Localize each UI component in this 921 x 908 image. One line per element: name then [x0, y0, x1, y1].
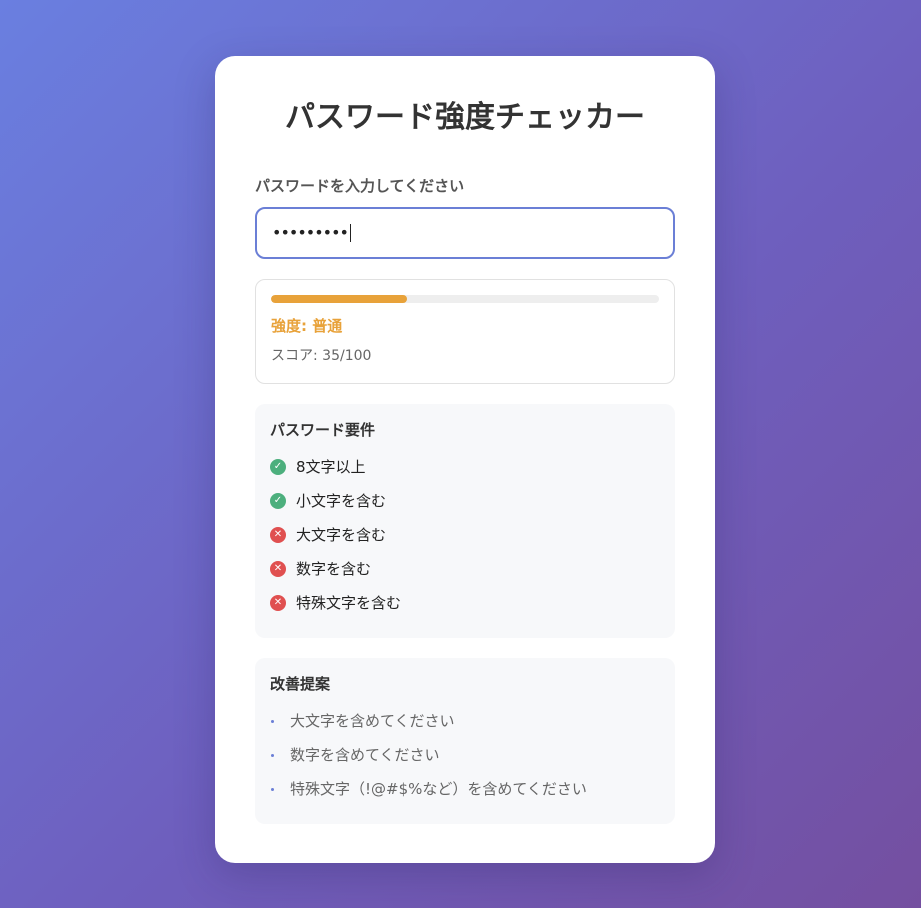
suggestion-text: 大文字を含めてください	[290, 712, 455, 730]
suggestions-list: 大文字を含めてください 数字を含めてください 特殊文字（!@#$%など）を含めて…	[270, 704, 660, 806]
password-input-value[interactable]: •••••••••	[272, 223, 349, 243]
requirement-text: 大文字を含む	[296, 526, 387, 544]
strength-score: スコア: 35/100	[271, 348, 372, 364]
x-circle-icon: ✕	[270, 561, 286, 577]
requirement-text: 8文字以上	[296, 458, 366, 476]
check-circle-icon: ✓	[270, 459, 286, 475]
suggestions-title: 改善提案	[270, 675, 331, 693]
strength-meter: 強度: 普通 スコア: 35/100	[255, 279, 675, 384]
requirement-item: ✓ 小文字を含む	[270, 484, 660, 518]
suggestion-item: 特殊文字（!@#$%など）を含めてください	[270, 772, 660, 806]
x-circle-icon: ✕	[270, 527, 286, 543]
password-checker-card: パスワード強度チェッカー パスワードを入力してください ••••••••• 強度…	[215, 56, 715, 863]
suggestion-text: 特殊文字（!@#$%など）を含めてください	[290, 780, 587, 798]
bullet-icon	[271, 719, 274, 723]
requirements-panel: パスワード要件 ✓ 8文字以上 ✓ 小文字を含む ✕ 大文字を含む ✕ 数字を含…	[255, 404, 675, 638]
suggestion-item: 大文字を含めてください	[270, 704, 660, 738]
strength-label: 強度: 普通	[271, 317, 343, 335]
requirement-text: 小文字を含む	[296, 492, 387, 510]
password-input[interactable]: •••••••••	[255, 207, 675, 259]
bullet-icon	[271, 753, 274, 757]
strength-bar-track	[271, 295, 659, 303]
check-circle-icon: ✓	[270, 493, 286, 509]
x-circle-icon: ✕	[270, 595, 286, 611]
suggestion-text: 数字を含めてください	[290, 746, 440, 764]
requirements-title: パスワード要件	[270, 421, 376, 439]
requirement-item: ✕ 特殊文字を含む	[270, 586, 660, 620]
requirements-list: ✓ 8文字以上 ✓ 小文字を含む ✕ 大文字を含む ✕ 数字を含む ✕ 特殊文字…	[270, 450, 660, 620]
text-caret	[349, 224, 351, 242]
requirement-text: 数字を含む	[296, 560, 372, 578]
suggestions-panel: 改善提案 大文字を含めてください 数字を含めてください 特殊文字（!@#$%など…	[255, 658, 675, 824]
requirement-item: ✓ 8文字以上	[270, 450, 660, 484]
bullet-icon	[271, 787, 274, 791]
page-title: パスワード強度チェッカー	[285, 100, 645, 135]
requirement-item: ✕ 数字を含む	[270, 552, 660, 586]
password-input-label: パスワードを入力してください	[255, 177, 465, 195]
requirement-text: 特殊文字を含む	[296, 594, 402, 612]
suggestion-item: 数字を含めてください	[270, 738, 660, 772]
strength-bar-fill	[271, 295, 407, 303]
requirement-item: ✕ 大文字を含む	[270, 518, 660, 552]
